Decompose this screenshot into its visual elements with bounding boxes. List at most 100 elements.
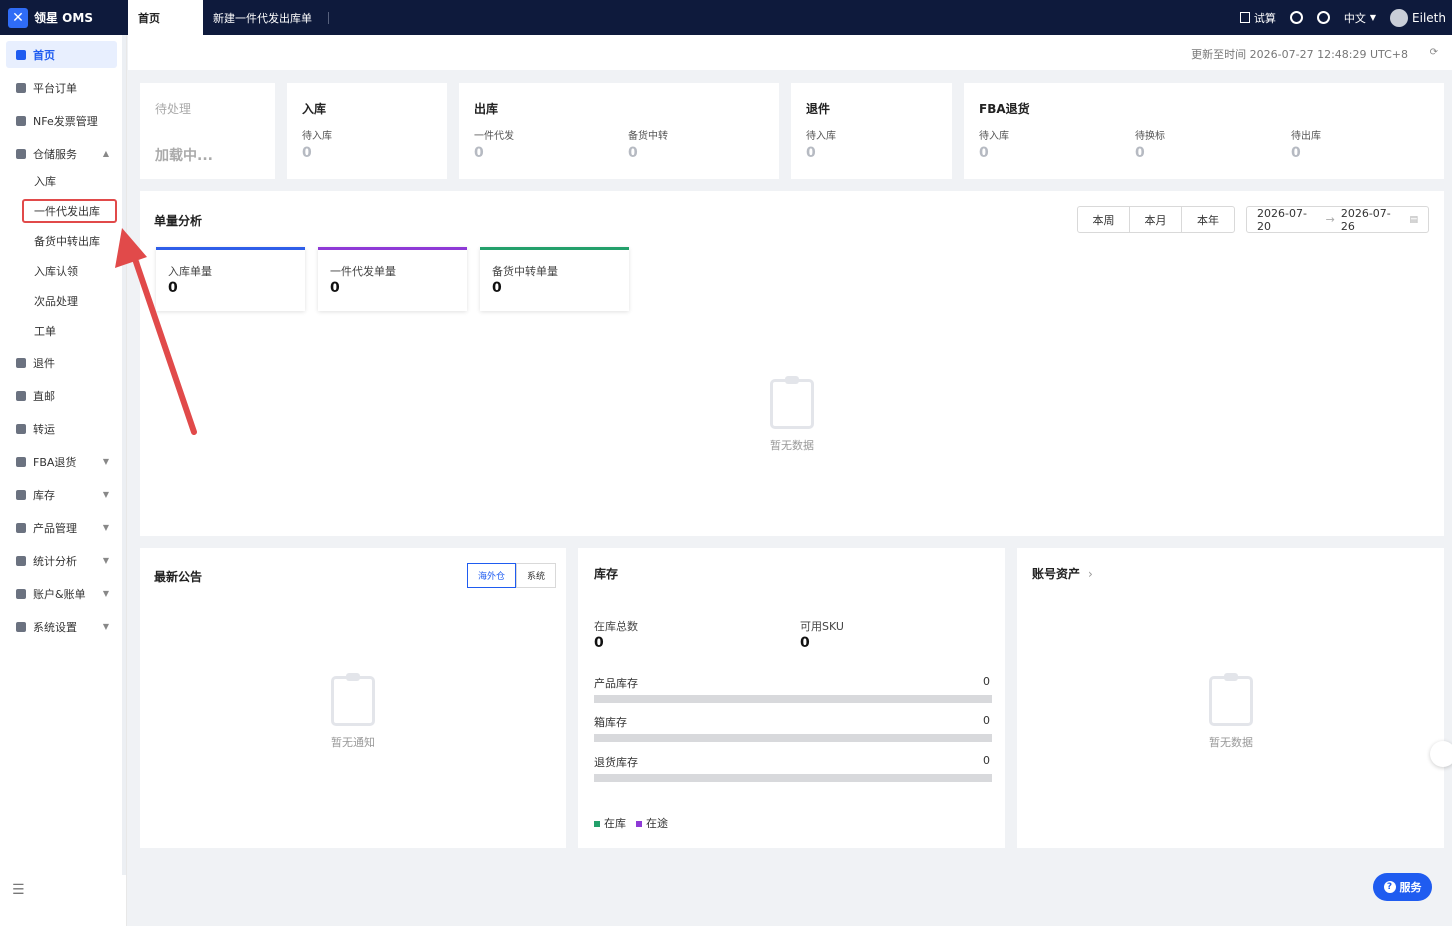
sidebar-item-products[interactable]: 产品管理 ▼ <box>6 514 117 541</box>
caret-down-icon: ▼ <box>1369 13 1377 22</box>
date-range-picker[interactable]: 2026-07-20 → 2026-07-26 ▤ <box>1246 206 1429 233</box>
top-bar: ✕ 领星 OMS 首页 新建一件代发出库单 试算 中文 ▼ Eileth <box>0 0 1452 35</box>
sidebar-subitem-inbound[interactable]: 入库 <box>23 169 117 193</box>
sidebar-item-label: NFe发票管理 <box>33 114 98 128</box>
range-switch: 本周 本月 本年 <box>1077 206 1235 233</box>
chevron-down-icon: ▼ <box>102 523 109 532</box>
sidebar-subitem-dropship-outbound[interactable]: 一件代发出库 <box>22 199 117 223</box>
sidebar-item-accounts-billing[interactable]: 账户&账单 ▼ <box>6 580 117 607</box>
sidebar-item-direct-mail[interactable]: 直邮 <box>6 382 117 409</box>
sidebar-item-label: 系统设置 <box>33 620 77 634</box>
fba-relabel-value[interactable]: 0 <box>1135 145 1145 161</box>
collapse-menu-icon[interactable]: ☰ <box>12 882 25 898</box>
outbound-card: 出库 一件代发 0 备货中转 0 <box>459 83 779 179</box>
sidebar-item-fba-returns[interactable]: FBA退货 ▼ <box>6 448 117 475</box>
sidebar-subitem-defect-handling[interactable]: 次品处理 <box>23 289 117 313</box>
floating-helper-icon[interactable] <box>1430 741 1452 767</box>
sidebar-subitem-inbound-claim[interactable]: 入库认领 <box>23 259 117 283</box>
download-icon[interactable] <box>1289 11 1303 24</box>
sidebar-item-statistics[interactable]: 统计分析 ▼ <box>6 547 117 574</box>
sidebar-item-home[interactable]: 首页 <box>6 41 117 68</box>
tab-new-dropship-order[interactable]: 新建一件代发出库单 <box>203 0 322 35</box>
chart-icon <box>16 555 26 566</box>
tab-system[interactable]: 系统 <box>516 563 557 588</box>
settings-icon[interactable] <box>1316 11 1330 24</box>
order-analysis-panel: 单量分析 本周 本月 本年 2026-07-20 → 2026-07-26 ▤ … <box>140 191 1444 536</box>
announcement-tabs: 海外仓 系统 <box>467 563 557 588</box>
home-icon <box>16 49 26 60</box>
kpi-value: 0 <box>330 280 340 296</box>
sidebar-subitem-label: 备货中转出库 <box>34 235 100 248</box>
account-assets-title[interactable]: 账号资产 › <box>1032 565 1093 582</box>
date-to[interactable]: 2026-07-26 <box>1341 207 1404 233</box>
invoice-icon <box>16 115 26 126</box>
sidebar-scrollbar[interactable] <box>122 35 126 875</box>
sidebar-subitem-work-orders[interactable]: 工单 <box>23 319 117 343</box>
stock-total-label: 在库总数 <box>594 620 638 633</box>
sidebar-item-label: 首页 <box>33 48 55 62</box>
sidebar-nav: 首页 平台订单 NFe发票管理 仓储服务 ▲ 入库 一件代发出库 备货中转出库 入… <box>0 35 126 640</box>
sidebar-item-platform-orders[interactable]: 平台订单 <box>6 74 117 101</box>
range-week-button[interactable]: 本周 <box>1078 207 1130 232</box>
clipboard-icon <box>770 376 814 429</box>
range-year-button[interactable]: 本年 <box>1182 207 1234 232</box>
language-label: 中文 <box>1343 11 1366 25</box>
date-from[interactable]: 2026-07-20 <box>1257 207 1320 233</box>
sidebar-item-inventory[interactable]: 库存 ▼ <box>6 481 117 508</box>
row-label: 产品库存 <box>594 677 638 690</box>
tab-home[interactable]: 首页 <box>128 0 203 35</box>
returns-pending-value[interactable]: 0 <box>806 145 816 161</box>
sidebar-item-label: 库存 <box>33 488 55 502</box>
box-stock-row: 箱库存 0 <box>594 714 992 742</box>
brand-logo[interactable]: ✕ 领星 OMS <box>0 0 128 35</box>
kpi-inbound[interactable]: 入库单量 0 <box>156 247 305 311</box>
return-stock-row: 退货库存 0 <box>594 754 992 782</box>
kpi-label: 备货中转单量 <box>492 265 558 278</box>
inventory-panel: 库存 在库总数 0 可用SKU 0 产品库存 0 箱库存 0 退货库存 0 在库… <box>578 548 1005 848</box>
refresh-icon[interactable]: ⟳ <box>1430 47 1438 58</box>
announcement-title: 最新公告 <box>154 570 203 584</box>
legend-label: 在途 <box>646 817 668 830</box>
sidebar-item-label: 转运 <box>33 422 55 436</box>
outbound-dropship-value[interactable]: 0 <box>474 145 484 161</box>
service-button[interactable]: ? 服务 <box>1373 873 1432 901</box>
outbound-title: 出库 <box>474 102 499 116</box>
sidebar-item-label: 仓储服务 <box>33 147 77 161</box>
logo-icon: ✕ <box>8 7 28 28</box>
fba-pending-in-value[interactable]: 0 <box>979 145 989 161</box>
kpi-value: 0 <box>168 280 178 296</box>
tab-overseas-warehouse[interactable]: 海外仓 <box>467 563 517 588</box>
sidebar-item-warehouse-services[interactable]: 仓储服务 ▲ <box>6 140 117 167</box>
sidebar-subitem-label: 一件代发出库 <box>34 205 100 218</box>
sidebar-item-system-settings[interactable]: 系统设置 ▼ <box>6 613 117 640</box>
calendar-icon: ▤ <box>1409 214 1418 225</box>
inbound-pending-value[interactable]: 0 <box>302 145 312 161</box>
sidebar-item-returns[interactable]: 退件 <box>6 349 117 376</box>
sidebar-item-label: FBA退货 <box>33 455 77 469</box>
returns-card: 退件 待入库 0 <box>791 83 952 179</box>
orders-icon <box>16 82 26 93</box>
chevron-up-icon: ▲ <box>102 149 109 158</box>
range-month-button[interactable]: 本月 <box>1130 207 1182 232</box>
inbound-card[interactable]: 入库 待入库 0 <box>287 83 447 179</box>
chevron-down-icon: ▼ <box>102 622 109 631</box>
sidebar-item-transfer[interactable]: 转运 <box>6 415 117 442</box>
language-select[interactable]: 中文 ▼ <box>1344 10 1376 26</box>
outbound-transfer-value[interactable]: 0 <box>628 145 638 161</box>
sidebar-subitem-transfer-outbound[interactable]: 备货中转出库 <box>23 229 117 253</box>
fba-pending-out-value[interactable]: 0 <box>1291 145 1301 161</box>
kpi-label: 一件代发单量 <box>330 265 396 278</box>
trial-calc-button[interactable]: 试算 <box>1239 10 1276 26</box>
fba-pending-in-label: 待入库 <box>979 131 1009 142</box>
empty-text: 暂无通知 <box>331 736 375 749</box>
sidebar-item-nfe-invoices[interactable]: NFe发票管理 <box>6 107 117 134</box>
sidebar-item-label: 退件 <box>33 356 55 370</box>
kpi-transfer[interactable]: 备货中转单量 0 <box>480 247 629 311</box>
outbound-dropship-label: 一件代发 <box>474 131 514 142</box>
user-menu[interactable]: Eileth <box>1390 8 1446 27</box>
user-name: Eileth <box>1412 10 1446 25</box>
kpi-dropship[interactable]: 一件代发单量 0 <box>318 247 467 311</box>
account-empty-state: 暂无数据 <box>1191 673 1271 750</box>
row-value: 0 <box>983 675 990 688</box>
clipboard-icon <box>1209 673 1253 726</box>
